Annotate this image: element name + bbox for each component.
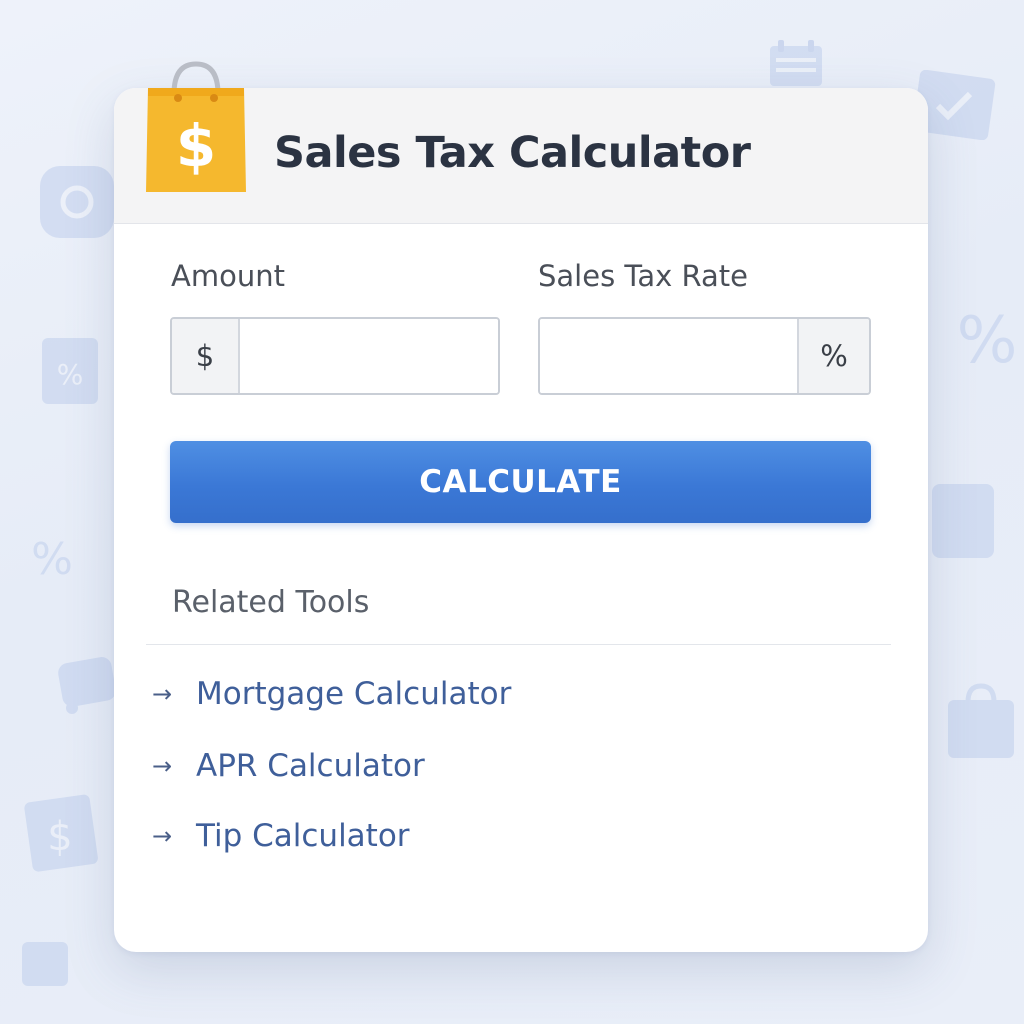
percent-small-icon: % <box>22 528 82 588</box>
divider <box>146 644 891 645</box>
page-title: Sales Tax Calculator <box>274 128 751 178</box>
tax-rate-label: Sales Tax Rate <box>538 259 748 293</box>
calculate-button[interactable]: CALCULATE <box>170 441 871 523</box>
percent-icon: % <box>952 300 1022 380</box>
related-link-mortgage-calculator[interactable]: → Mortgage Calculator <box>152 676 511 712</box>
svg-text:%: % <box>31 534 73 585</box>
svg-text:%: % <box>957 304 1018 378</box>
related-link-label: Mortgage Calculator <box>196 676 512 712</box>
amount-label: Amount <box>171 259 285 293</box>
tax-rate-input-group: % <box>538 317 871 395</box>
calendar-icon <box>768 38 824 88</box>
percent-suffix: % <box>797 319 869 393</box>
arrow-right-icon: → <box>152 752 173 780</box>
related-tools-heading: Related Tools <box>172 585 370 620</box>
dollar-prefix: $ <box>172 319 240 393</box>
shopping-bag-bg-icon <box>944 680 1018 760</box>
svg-text:$: $ <box>47 814 72 860</box>
related-link-apr-calculator[interactable]: → APR Calculator <box>152 748 425 784</box>
svg-text:$: $ <box>176 112 216 180</box>
arrow-right-icon: → <box>152 680 173 708</box>
shopping-bag-dollar-icon: $ <box>144 60 248 194</box>
percent-tag-icon: % <box>38 318 102 408</box>
related-link-label: APR Calculator <box>196 748 425 784</box>
dollar-bag-bg-icon: $ <box>20 782 104 872</box>
amount-input[interactable] <box>240 319 498 393</box>
folder-icon <box>930 476 996 560</box>
tax-rate-input[interactable] <box>540 319 797 393</box>
arrow-right-icon: → <box>152 822 173 850</box>
svg-text:%: % <box>57 358 84 391</box>
puzzle-icon <box>16 932 76 992</box>
related-link-tip-calculator[interactable]: → Tip Calculator <box>152 818 410 854</box>
related-link-label: Tip Calculator <box>196 818 410 854</box>
money-icon <box>38 160 116 242</box>
amount-input-group: $ <box>170 317 500 395</box>
truck-icon <box>54 646 118 716</box>
